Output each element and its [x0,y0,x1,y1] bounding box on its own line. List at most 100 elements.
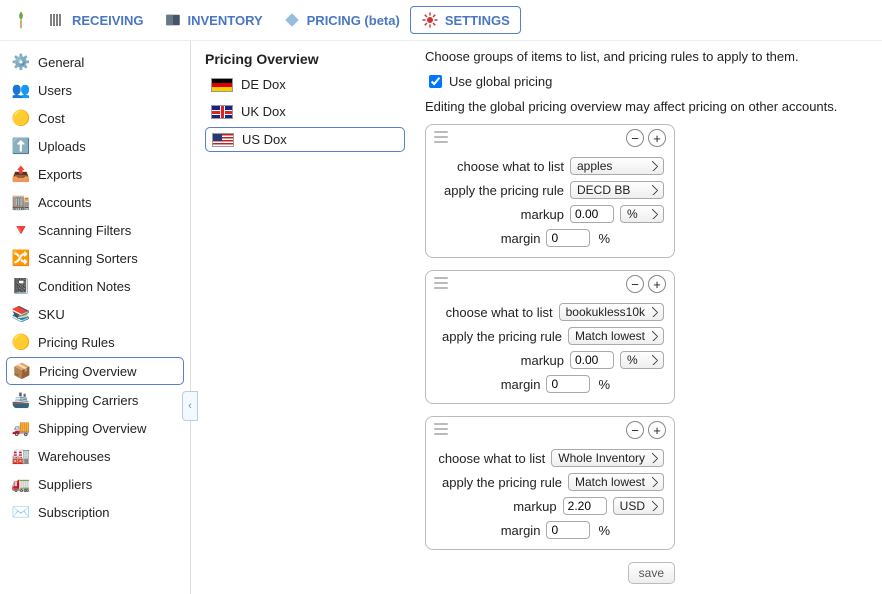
sidebar-item-sku[interactable]: 📚SKU [6,301,184,327]
topnav-tab-receiving[interactable]: RECEIVING [38,7,154,33]
save-button[interactable]: save [628,562,675,584]
sidebar-icon: 🔀 [12,249,30,267]
sidebar-item-exports[interactable]: 📤 Exports [6,161,184,187]
sidebar-item-label: Scanning Sorters [38,251,138,266]
topnav-tab-label: RECEIVING [72,13,144,28]
group-item-uk-dox[interactable]: UK Dox [205,100,405,123]
remove-rule-button[interactable]: − [626,275,644,293]
top-nav: RECEIVING INVENTORY PRICING (beta) SETTINGS [0,0,882,41]
sidebar-icon: 📤 [12,165,30,183]
group-item-de-dox[interactable]: DE Dox [205,73,405,96]
sidebar-item-label: Accounts [38,195,91,210]
pricing-rule-select[interactable]: Match lowest [568,327,664,345]
group-item-us-dox[interactable]: US Dox [205,127,405,152]
flag-de-icon [211,78,233,92]
sidebar-item-scanning-sorters[interactable]: 🔀 Scanning Sorters [6,245,184,271]
use-global-pricing-label: Use global pricing [449,74,552,89]
global-pricing-warning: Editing the global pricing overview may … [425,99,872,114]
tag-icon [283,11,301,29]
group-item-label: US Dox [242,132,287,147]
margin-label: margin [501,231,541,246]
sidebar-icon: ⬆️ [12,137,30,155]
pricing-rule-card: −+ choose what to list bookukless10k apply … [425,270,675,404]
sidebar-item-warehouses[interactable]: 🏭 Warehouses [6,443,184,469]
sidebar-icon: 🚢 [12,391,30,409]
sidebar-item-label: Uploads [38,139,86,154]
sidebar-item-label: Shipping Carriers [38,393,138,408]
sidebar-item-accounts[interactable]: 🏬Accounts [6,189,184,215]
sidebar-icon: 🚛 [12,475,30,493]
sidebar-item-uploads[interactable]: ⬆️ Uploads [6,133,184,159]
margin-input[interactable] [546,229,590,247]
what-to-list-select[interactable]: Whole Inventory [551,449,664,467]
group-item-label: DE Dox [241,77,286,92]
sidebar-item-pricing-rules[interactable]: 🟡Pricing Rules [6,329,184,355]
sidebar-divider: ‹ [190,41,191,594]
markup-unit-select[interactable]: USD [613,497,664,515]
remove-rule-button[interactable]: − [626,129,644,147]
sidebar-icon: 🟡 [12,333,30,351]
sidebar-item-shipping-carriers[interactable]: 🚢 Shipping Carriers [6,387,184,413]
markup-input[interactable] [570,205,614,223]
topnav-tab-inventory[interactable]: INVENTORY [154,7,273,33]
sidebar-item-general[interactable]: ⚙️General [6,49,184,75]
markup-input[interactable] [563,497,607,515]
sidebar-item-label: Scanning Filters [38,223,131,238]
drag-handle-icon[interactable] [434,131,448,143]
flag-us-icon [212,133,234,147]
sidebar-item-suppliers[interactable]: 🚛Suppliers [6,471,184,497]
add-rule-button[interactable]: + [648,129,666,147]
apply-rule-label: apply the pricing rule [442,475,562,490]
sidebar-item-condition-notes[interactable]: 📓Condition Notes [6,273,184,299]
sidebar-icon: 🟡 [12,109,30,127]
pricing-rule-select[interactable]: DECD BB [570,181,664,199]
sidebar-icon: 👥 [12,81,30,99]
group-item-label: UK Dox [241,104,286,119]
markup-input[interactable] [570,351,614,369]
sidebar-item-users[interactable]: 👥Users [6,77,184,103]
remove-rule-button[interactable]: − [626,421,644,439]
apply-rule-label: apply the pricing rule [444,183,564,198]
book-icon [164,11,182,29]
sidebar-item-scanning-filters[interactable]: 🔻 Scanning Filters [6,217,184,243]
drag-handle-icon[interactable] [434,423,448,435]
what-to-list-select[interactable]: bookukless10k [559,303,664,321]
topnav-tab-pricing-beta-[interactable]: PRICING (beta) [273,7,410,33]
use-global-pricing-checkbox[interactable] [429,75,442,88]
topnav-tab-label: PRICING (beta) [307,13,400,28]
margin-input[interactable] [546,521,590,539]
sidebar-collapse-handle[interactable]: ‹ [182,391,198,421]
sidebar-item-label: Pricing Overview [39,364,137,379]
sidebar-item-cost[interactable]: 🟡Cost [6,105,184,131]
topnav-tab-label: INVENTORY [188,13,263,28]
barcode-icon [48,11,66,29]
sidebar-icon: 🔻 [12,221,30,239]
sidebar-item-shipping-overview[interactable]: 🚚Shipping Overview [6,415,184,441]
markup-unit-select[interactable]: % [620,351,664,369]
apply-rule-label: apply the pricing rule [442,329,562,344]
sidebar-item-subscription[interactable]: ✉️Subscription [6,499,184,525]
sidebar-icon: 🏭 [12,447,30,465]
sidebar-icon: ✉️ [12,503,30,521]
add-rule-button[interactable]: + [648,421,666,439]
sidebar-item-pricing-overview[interactable]: 📦Pricing Overview [6,357,184,385]
markup-unit-select[interactable]: % [620,205,664,223]
settings-sidebar: ⚙️General👥Users🟡Cost ⬆️ Uploads 📤 Exports 🏬Ac… [0,41,190,594]
sidebar-item-label: Exports [38,167,82,182]
add-rule-button[interactable]: + [648,275,666,293]
pricing-rule-select[interactable]: Match lowest [568,473,664,491]
margin-label: margin [501,523,541,538]
gear-icon [421,11,439,29]
what-to-list-select[interactable]: apples [570,157,664,175]
sidebar-item-label: SKU [38,307,65,322]
sidebar-item-label: Warehouses [38,449,111,464]
drag-handle-icon[interactable] [434,277,448,289]
what-to-list-label: choose what to list [446,305,553,320]
topnav-tab-settings[interactable]: SETTINGS [410,6,521,34]
sidebar-icon: ⚙️ [12,53,30,71]
margin-input[interactable] [546,375,590,393]
percent-label: % [598,377,610,392]
sidebar-item-label: Condition Notes [38,279,131,294]
sidebar-icon: 🚚 [12,419,30,437]
topnav-tab-label: SETTINGS [445,13,510,28]
